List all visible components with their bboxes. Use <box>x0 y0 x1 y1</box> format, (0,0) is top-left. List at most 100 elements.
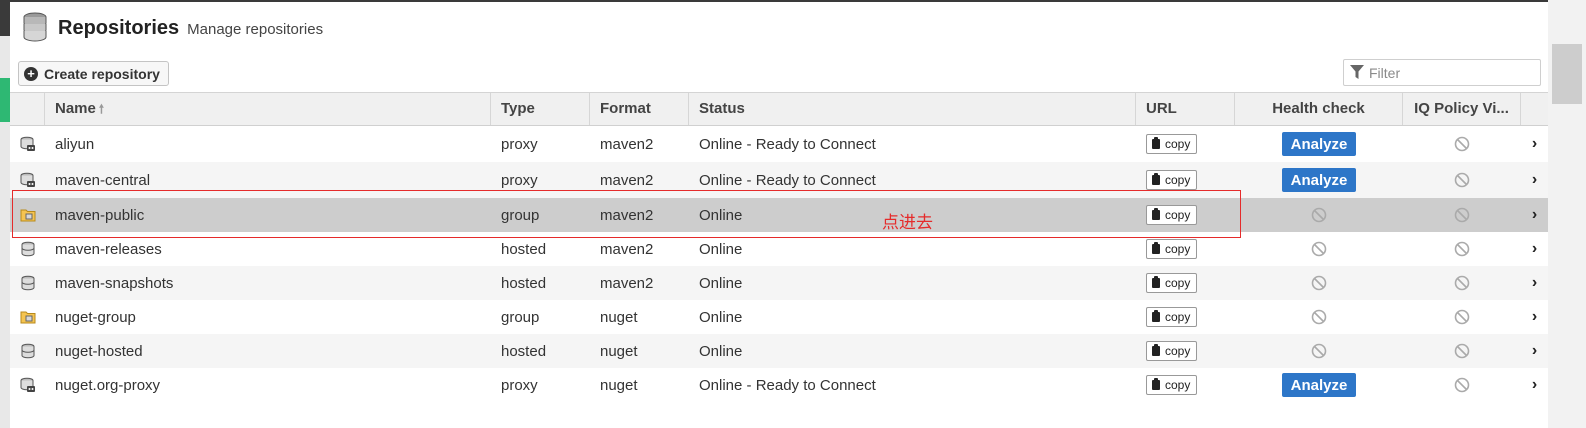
column-header-health-check[interactable]: Health check <box>1235 93 1403 125</box>
iq-policy-unavailable-icon <box>1403 126 1521 162</box>
table-row[interactable]: nuget.org-proxy proxy nuget Online - Ready … <box>10 368 1548 402</box>
health-check-unavailable-icon <box>1235 198 1403 232</box>
copy-url-button[interactable]: copy <box>1146 134 1198 154</box>
group-repo-icon <box>18 300 38 334</box>
table-row[interactable]: maven-releases hosted maven2 Online copy › <box>10 232 1548 266</box>
page-title: Repositories <box>58 16 180 39</box>
analyze-button[interactable]: Analyze <box>1281 168 1357 192</box>
copy-url-button[interactable]: copy <box>1146 170 1198 190</box>
proxy-repo-icon <box>18 368 38 402</box>
copy-url-button[interactable]: copy <box>1146 273 1198 293</box>
column-header-actions <box>1521 93 1548 125</box>
repo-name: maven-snapshots <box>55 274 174 292</box>
url-cell: copy <box>1146 162 1235 198</box>
health-check-unavailable-icon <box>1235 300 1403 334</box>
chevron-right-icon[interactable]: › <box>1521 198 1548 232</box>
hosted-repo-icon <box>18 266 38 300</box>
sidebar-edge <box>0 0 10 428</box>
table-row[interactable]: nuget-hosted hosted nuget Online copy › <box>10 334 1548 368</box>
column-header-status[interactable]: Status <box>689 93 1136 125</box>
url-cell: copy <box>1146 334 1235 368</box>
repo-format: nuget <box>600 376 638 394</box>
clipboard-icon <box>1152 137 1160 149</box>
analyze-button[interactable]: Analyze <box>1281 373 1357 397</box>
clipboard-icon <box>1152 208 1160 220</box>
clipboard-icon <box>1152 344 1160 356</box>
sort-ascending-icon: 🠕 <box>98 102 105 116</box>
iq-policy-unavailable-icon <box>1403 232 1521 266</box>
url-cell: copy <box>1146 368 1235 402</box>
health-check-cell: Analyze <box>1235 368 1403 402</box>
repo-type: hosted <box>501 342 547 360</box>
health-check-cell: Analyze <box>1235 162 1403 198</box>
repo-status: Online - Ready to Connect <box>699 376 876 394</box>
repo-name: aliyun <box>55 135 95 153</box>
health-check-unavailable-icon <box>1235 334 1403 368</box>
repo-status: Online <box>699 274 743 292</box>
clipboard-icon <box>1152 242 1160 254</box>
page-scrollbar[interactable] <box>1548 0 1586 428</box>
column-header-url[interactable]: URL <box>1136 93 1235 125</box>
health-check-unavailable-icon <box>1235 266 1403 300</box>
iq-policy-unavailable-icon <box>1403 334 1521 368</box>
table-header: Name 🠕 Type Format Status URL Health chec… <box>10 92 1548 126</box>
chevron-right-icon[interactable]: › <box>1521 300 1548 334</box>
chevron-right-icon[interactable]: › <box>1521 266 1548 300</box>
repo-type: group <box>501 308 540 326</box>
table-row[interactable]: aliyun proxy maven2 Online - Ready to Conne… <box>10 126 1548 162</box>
copy-url-button[interactable]: copy <box>1146 341 1198 361</box>
repo-type: hosted <box>501 274 547 292</box>
sidebar-active-indicator <box>0 78 10 122</box>
create-repository-button[interactable]: + Create repository <box>18 61 169 86</box>
chevron-right-icon[interactable]: › <box>1521 232 1548 266</box>
repo-type: proxy <box>501 135 538 153</box>
proxy-repo-icon <box>18 162 38 198</box>
table-row[interactable]: maven-snapshots hosted maven2 Online copy › <box>10 266 1548 300</box>
table-row[interactable]: nuget-group group nuget Online copy › <box>10 300 1548 334</box>
table-row[interactable]: maven-public group maven2 Online copy › <box>10 198 1548 232</box>
filter-input[interactable] <box>1369 64 1529 81</box>
hosted-repo-icon <box>18 334 38 368</box>
chevron-right-icon[interactable]: › <box>1521 334 1548 368</box>
repo-name: maven-central <box>55 171 151 189</box>
column-header-name[interactable]: Name 🠕 <box>45 93 491 125</box>
iq-policy-unavailable-icon <box>1403 162 1521 198</box>
repo-status: Online <box>699 342 743 360</box>
page-header: Repositories Manage repositories <box>22 10 323 46</box>
plus-circle-icon: + <box>24 66 38 81</box>
copy-url-button[interactable]: copy <box>1146 205 1198 225</box>
url-cell: copy <box>1146 266 1235 300</box>
annotation-text: 点进去 <box>882 213 933 233</box>
clipboard-icon <box>1152 276 1160 288</box>
iq-policy-unavailable-icon <box>1403 266 1521 300</box>
url-cell: copy <box>1146 300 1235 334</box>
proxy-repo-icon <box>18 126 38 162</box>
copy-url-button[interactable]: copy <box>1146 307 1198 327</box>
analyze-button[interactable]: Analyze <box>1281 132 1357 156</box>
chevron-right-icon[interactable]: › <box>1521 368 1548 402</box>
table-row[interactable]: maven-central proxy maven2 Online - Ready t… <box>10 162 1548 198</box>
repo-format: maven2 <box>600 171 654 189</box>
url-cell: copy <box>1146 198 1235 232</box>
repo-type: group <box>501 206 540 224</box>
chevron-right-icon[interactable]: › <box>1521 162 1548 198</box>
scrollbar-thumb[interactable] <box>1552 44 1582 104</box>
health-check-cell: Analyze <box>1235 126 1403 162</box>
chevron-right-icon[interactable]: › <box>1521 126 1548 162</box>
copy-url-button[interactable]: copy <box>1146 375 1198 395</box>
column-header-iq-policy[interactable]: IQ Policy Vi... <box>1403 93 1521 125</box>
hosted-repo-icon <box>18 232 38 266</box>
repo-format: maven2 <box>600 274 654 292</box>
column-header-format[interactable]: Format <box>590 93 689 125</box>
iq-policy-unavailable-icon <box>1403 368 1521 402</box>
database-stack-icon <box>23 12 47 42</box>
repo-name: maven-releases <box>55 240 162 258</box>
repo-status: Online <box>699 308 743 326</box>
repo-format: maven2 <box>600 206 654 224</box>
group-repo-icon <box>18 198 38 232</box>
copy-url-button[interactable]: copy <box>1146 239 1198 259</box>
filter-box[interactable] <box>1343 59 1541 86</box>
create-repository-label: Create repository <box>44 65 160 82</box>
repo-type: proxy <box>501 376 538 394</box>
column-header-type[interactable]: Type <box>491 93 590 125</box>
